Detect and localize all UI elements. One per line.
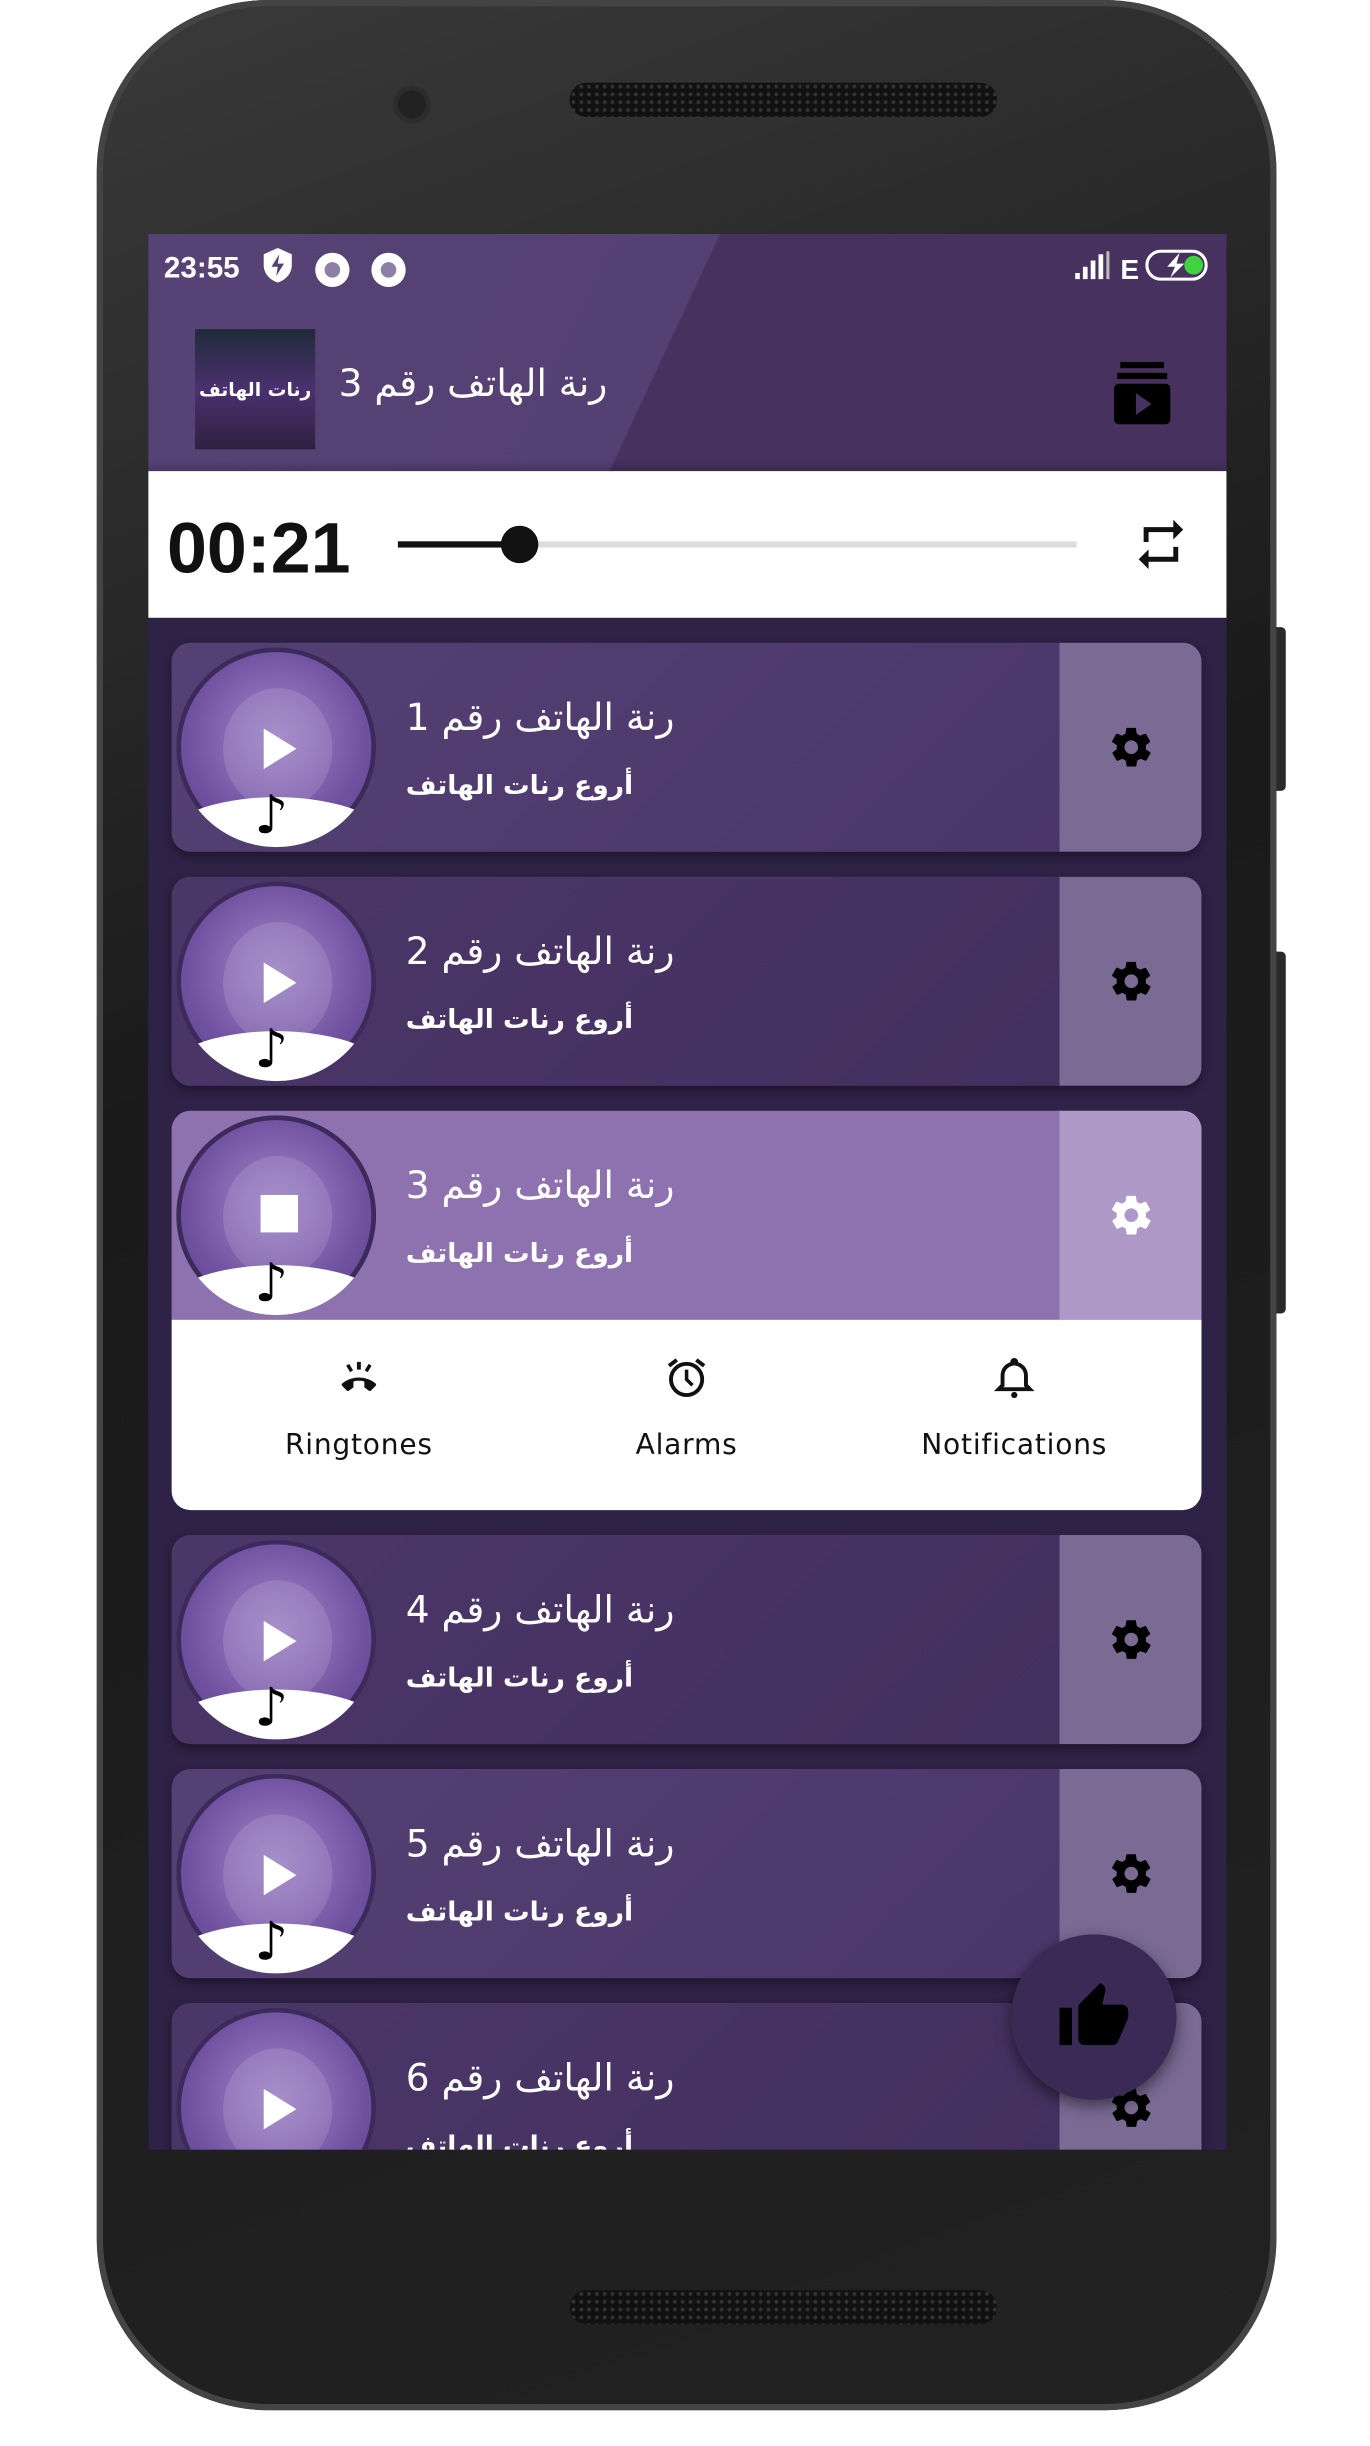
ringtone-subtitle: أروع رنات الهاتف	[405, 1004, 634, 1036]
ringtone-card[interactable]: ♪ رنة الهاتف رقم 4 أروع رنات الهاتف	[171, 1535, 1202, 1745]
thumbs-up-icon	[1059, 1982, 1129, 2046]
music-note-icon: ♪	[254, 1910, 289, 1974]
ringtone-card[interactable]: ♪ رنة الهاتف رقم 2 أروع رنات الهاتف	[171, 876, 1202, 1086]
elapsed-time: 00:21	[166, 506, 351, 589]
option-label: Ringtones	[284, 1428, 433, 1462]
record-icon	[370, 252, 406, 288]
like-fab-button[interactable]	[1011, 1934, 1177, 2100]
play-icon	[263, 1620, 297, 1662]
play-icon	[263, 728, 297, 770]
stop-icon	[260, 1194, 299, 1233]
power-button	[1276, 951, 1286, 1314]
set-ringtone-button[interactable]: Ringtones	[203, 1354, 515, 1462]
ringtone-card[interactable]: ♪ رنة الهاتف رقم 5 أروع رنات الهاتف	[171, 1769, 1202, 1979]
play-toggle-button[interactable]: ♪	[176, 647, 377, 848]
ringtone-title: رنة الهاتف رقم 6	[405, 2056, 675, 2100]
gear-icon	[1111, 961, 1150, 1001]
play-toggle-button[interactable]: ♪	[176, 1539, 377, 1740]
ringtone-subtitle: أروع رنات الهاتف	[405, 1238, 634, 1270]
ringtone-subtitle: أروع رنات الهاتف	[405, 1896, 634, 1929]
signal-icon	[1075, 251, 1112, 288]
ringing-phone-icon	[341, 1361, 377, 1391]
bell-icon	[993, 1357, 1035, 1399]
set-notification-button[interactable]: Notifications	[858, 1354, 1170, 1462]
album-thumbnail: رنات الهاتف	[195, 329, 316, 450]
gear-icon	[1111, 1620, 1150, 1659]
ringtone-title: رنة الهاتف رقم 4	[405, 1588, 675, 1632]
seek-bar[interactable]	[397, 525, 1077, 564]
player-bar: 00:21	[148, 471, 1227, 618]
app-screen: 23:55 E رنات الهاتف رنة الهاتف رقم 3 00:…	[148, 233, 1227, 2150]
set-alarm-button[interactable]: Alarms	[531, 1354, 843, 1462]
settings-button[interactable]	[1059, 876, 1202, 1086]
ringtone-subtitle: أروع رنات الهاتف	[405, 770, 634, 802]
queue-play-button[interactable]	[1111, 361, 1173, 431]
play-icon	[263, 962, 297, 1004]
repeat-icon	[1138, 519, 1184, 570]
record-icon	[314, 252, 349, 288]
ringtone-title: رنة الهاتف رقم 3	[405, 1163, 675, 1208]
ringtone-title: رنة الهاتف رقم 2	[405, 929, 675, 974]
repeat-button[interactable]	[1131, 515, 1190, 581]
battery-charging-icon	[1145, 249, 1211, 291]
gear-icon	[1111, 727, 1150, 767]
play-icon	[263, 2088, 297, 2130]
queue-play-icon	[1114, 361, 1171, 425]
play-toggle-button[interactable]: ♪	[176, 2007, 377, 2150]
gear-icon	[1111, 1195, 1150, 1235]
option-label: Notifications	[921, 1428, 1108, 1462]
volume-button	[1276, 627, 1286, 791]
music-note-icon: ♪	[254, 784, 289, 848]
ringtone-title: رنة الهاتف رقم 1	[405, 695, 675, 740]
bottom-speaker	[569, 2290, 998, 2325]
network-type: E	[1120, 253, 1140, 285]
music-note-icon: ♪	[254, 1676, 289, 1740]
play-toggle-button[interactable]: ♪	[176, 1773, 377, 1974]
settings-button[interactable]	[1059, 1535, 1202, 1745]
status-time: 23:55	[163, 252, 240, 286]
option-label: Alarms	[635, 1428, 738, 1462]
play-toggle-button[interactable]: ♪	[176, 881, 377, 1082]
front-camera	[393, 85, 431, 124]
ringtone-title: رنة الهاتف رقم 5	[405, 1822, 675, 1866]
ringtone-card[interactable]: ♪ رنة الهاتف رقم 3 أروع رنات الهاتف	[171, 1110, 1202, 1320]
app-bar: 23:55 E رنات الهاتف رنة الهاتف رقم 3	[148, 233, 1227, 472]
alarm-clock-icon	[667, 1358, 706, 1397]
now-playing-title: رنة الهاتف رقم 3	[338, 361, 608, 406]
seek-thumb[interactable]	[501, 525, 539, 564]
settings-button[interactable]	[1059, 642, 1202, 852]
play-icon	[263, 1854, 297, 1896]
ringtone-subtitle: أروع رنات الهاتف	[405, 1662, 634, 1695]
music-note-icon: ♪	[254, 1018, 289, 1082]
music-note-icon: ♪	[254, 1252, 289, 1316]
gear-icon	[1111, 1854, 1150, 1893]
ringtone-card[interactable]: ♪ رنة الهاتف رقم 1 أروع رنات الهاتف	[171, 642, 1202, 852]
shield-bolt-icon	[262, 246, 293, 293]
set-as-panel: Ringtones Alarms Notifications	[171, 1319, 1202, 1511]
status-bar: 23:55 E	[163, 248, 1211, 291]
play-toggle-button[interactable]: ♪	[176, 1115, 377, 1316]
settings-button[interactable]	[1059, 1110, 1202, 1320]
earpiece-speaker	[569, 82, 998, 117]
ringtone-subtitle: أروع رنات الهاتف	[405, 2130, 634, 2150]
